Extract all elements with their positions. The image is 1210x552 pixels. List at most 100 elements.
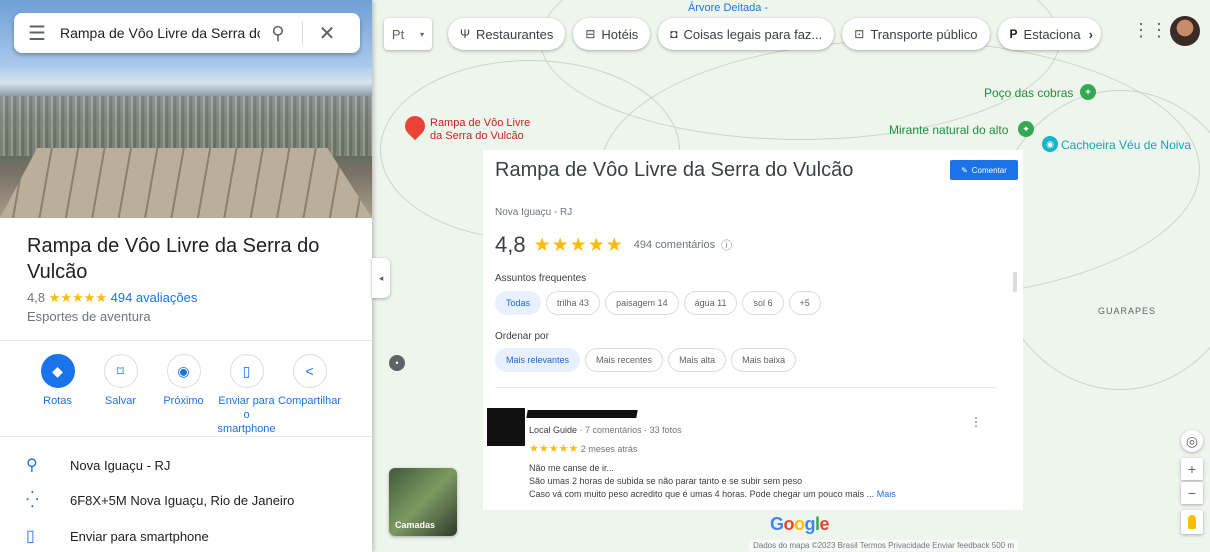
info-icon[interactable]: ⓘ [721, 237, 732, 253]
hiking-pin-icon[interactable]: ✦ [1080, 84, 1096, 100]
search-divider [302, 21, 303, 45]
topic-chip[interactable]: +5 [788, 291, 821, 315]
phone-icon: ▯ [26, 528, 35, 545]
review-count: 494 comentários [633, 239, 716, 251]
sort-chip[interactable]: Mais recentes [585, 348, 664, 372]
action-label: Rotas [43, 395, 72, 407]
zoom-in-button[interactable]: + [1181, 458, 1203, 480]
zoom-out-button[interactable]: − [1181, 482, 1203, 504]
poi-pin-icon[interactable]: • [389, 355, 405, 371]
reviewer-avatar[interactable] [487, 408, 525, 446]
chip-label: Coisas legais para faz... [683, 26, 823, 42]
map-label-cachoeira[interactable]: Cachoeira Véu de Noiva [1061, 138, 1191, 152]
photo-city [0, 96, 372, 156]
plus-code-icon: ⁛ [26, 492, 39, 509]
language-select[interactable]: Pt ▾ [384, 18, 432, 50]
review-time: 2 meses atrás [580, 444, 638, 454]
action-label: Enviar para o smartphone [217, 395, 276, 435]
photo-deck [0, 148, 372, 218]
collapse-panel-button[interactable]: ◂ [372, 258, 390, 298]
map-label-mirante[interactable]: Mirante natural do alto [889, 123, 1008, 137]
bookmark-icon: ⌑ [103, 354, 138, 388]
map-toolbar: Pt ▾ Ψ Restaurantes ⊟ Hotéis ◘ Coisas legai… [384, 18, 1109, 50]
card-title: Rampa de Vôo Livre da Serra do Vulcão [495, 159, 854, 181]
topic-chip[interactable]: trilha 43 [546, 291, 601, 315]
scrollbar[interactable] [1013, 272, 1017, 292]
info-text: Nova Iguaçu - RJ [70, 457, 171, 473]
action-label: Próximo [163, 395, 204, 407]
chip-parking[interactable]: P Estaciona › [997, 18, 1101, 50]
review-text: Não me canse de ir... São umas 2 horas d… [529, 462, 989, 501]
chevron-down-icon: ▾ [420, 29, 425, 39]
location-icon: ⚲ [26, 457, 38, 474]
topic-chip[interactable]: água 11 [683, 291, 738, 315]
close-icon[interactable]: ✕ [309, 21, 345, 46]
rating-value: 4,8 [27, 290, 46, 305]
action-label: Salvar [104, 395, 137, 407]
reviewer-name-redacted [526, 410, 638, 418]
layers-label: Camadas [395, 520, 436, 530]
chevron-right-icon[interactable]: › [1089, 27, 1093, 42]
map-label-rampa[interactable]: Rampa de Vôo Livre da Serra do Vulcão [430, 117, 540, 143]
menu-icon[interactable]: ☰ [14, 21, 60, 46]
nearby-button[interactable]: ◉ Próximo [152, 354, 215, 436]
parking-icon: P [1009, 27, 1018, 41]
search-input[interactable] [60, 25, 260, 41]
write-review-button[interactable]: ✎ Comentar [950, 160, 1018, 180]
search-icon[interactable]: ⚲ [260, 23, 296, 44]
more-options-icon[interactable]: ⋮ [970, 415, 982, 429]
hiking-pin-icon[interactable]: ✦ [1018, 121, 1034, 137]
map-label-poco[interactable]: Poço das cobras [984, 86, 1073, 100]
google-logo: Google [770, 514, 830, 534]
divider [0, 436, 372, 437]
avatar[interactable] [1170, 16, 1200, 46]
search-box: ☰ ⚲ ✕ [14, 13, 360, 53]
layers-button[interactable]: Camadas [389, 468, 457, 536]
star-icon: ★★★★★ [533, 234, 624, 256]
chip-restaurants[interactable]: Ψ Restaurantes [448, 18, 566, 50]
directions-button[interactable]: ◆ Rotas [26, 354, 89, 436]
topic-chip[interactable]: paisagem 14 [605, 291, 679, 315]
topic-chip[interactable]: sol 6 [742, 291, 784, 315]
place-rating: 4,8 ★★★★★ 494 avaliações [27, 290, 197, 306]
reviewer-meta: Local Guide · 7 comentários · 33 fotos [529, 425, 682, 435]
reviews-link[interactable]: 494 avaliações [111, 290, 198, 305]
info-row-address[interactable]: ⚲ Nova Iguaçu - RJ [26, 455, 170, 475]
more-link[interactable]: Mais [877, 489, 896, 499]
star-icon: ★★★★★ [48, 290, 107, 305]
pegman-icon[interactable] [1181, 510, 1203, 534]
place-category[interactable]: Esportes de aventura [27, 309, 151, 324]
topic-chips: Todas trilha 43 paisagem 14 água 11 sol … [495, 291, 826, 315]
review-rating: ★★★★★ 2 meses atrás [529, 442, 637, 455]
info-row-send[interactable]: ▯ Enviar para smartphone [26, 526, 209, 546]
reviewer-stats: · 7 comentários · 33 fotos [577, 425, 682, 435]
sort-chip[interactable]: Mais baixa [731, 348, 797, 372]
chip-things-to-do[interactable]: ◘ Coisas legais para faz... [658, 18, 835, 50]
card-rating: 4,8 ★★★★★ 494 comentários ⓘ [495, 232, 732, 258]
map-label-arvore[interactable]: Árvore Deitada - [688, 2, 768, 14]
chip-label: Restaurantes [476, 26, 554, 42]
pencil-icon: ✎ [961, 165, 968, 175]
sort-chip[interactable]: Mais relevantes [495, 348, 581, 372]
chip-hotels[interactable]: ⊟ Hotéis [573, 18, 651, 50]
info-row-plus-code[interactable]: ⁛ 6F8X+5M Nova Iguaçu, Rio de Janeiro [26, 490, 294, 510]
camera-icon: ◘ [670, 27, 678, 41]
my-location-icon[interactable]: ◎ [1181, 430, 1203, 452]
divider [495, 387, 997, 388]
map-footer[interactable]: Dados do mapa ©2023 Brasil Termos Privac… [749, 540, 1018, 551]
chip-transit[interactable]: ⊡ Transporte público [842, 18, 990, 50]
info-text: 6F8X+5M Nova Iguaçu, Rio de Janeiro [70, 492, 295, 508]
chevron-left-icon: ◂ [378, 272, 384, 283]
reviews-card: Rampa de Vôo Livre da Serra do Vulcão No… [483, 150, 1023, 510]
train-icon: ⊡ [854, 27, 865, 41]
camera-pin-icon[interactable]: ◉ [1042, 136, 1058, 152]
share-icon: < [292, 354, 327, 388]
nearby-icon: ◉ [166, 354, 201, 388]
sort-chip[interactable]: Mais alta [668, 348, 727, 372]
review-line: São umas 2 horas de subida se não parar … [529, 476, 803, 486]
send-to-phone-button[interactable]: ▯ Enviar para o smartphone [215, 354, 278, 436]
directions-icon: ◆ [40, 354, 75, 388]
topic-chip[interactable]: Todas [495, 291, 542, 315]
share-button[interactable]: < Compartilhar [278, 354, 341, 436]
save-button[interactable]: ⌑ Salvar [89, 354, 152, 436]
